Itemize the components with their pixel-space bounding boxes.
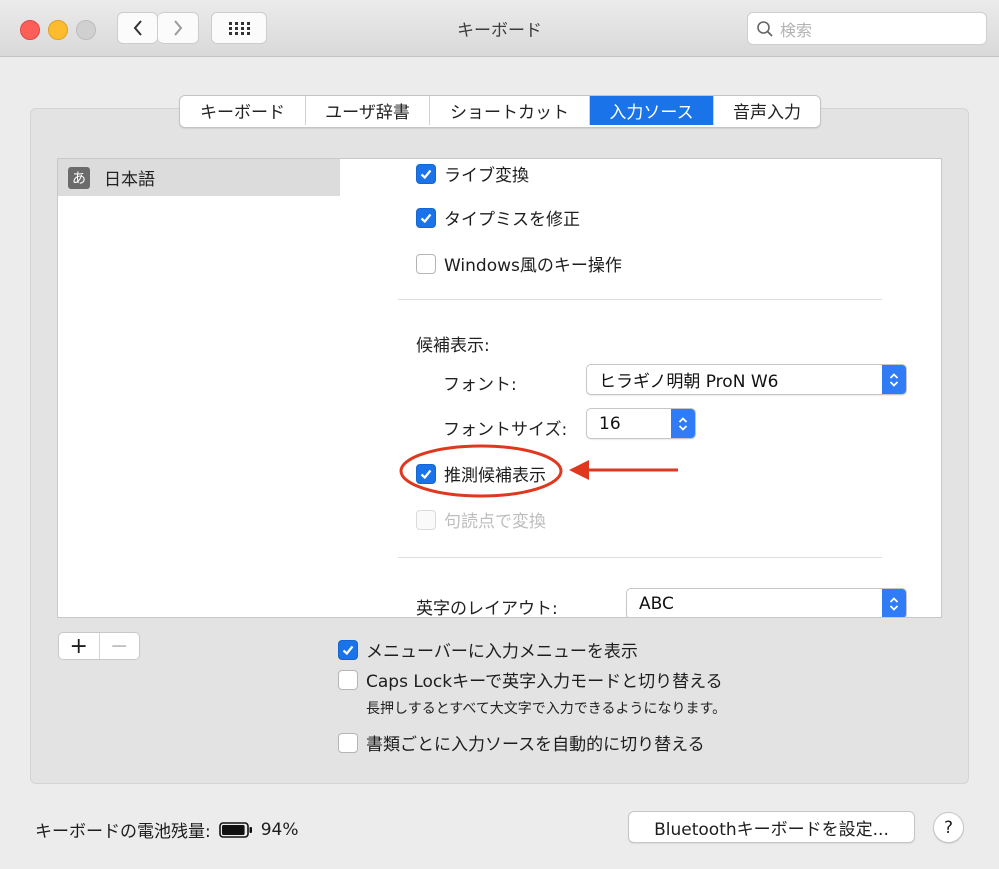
tab-input-sources[interactable]: 入力ソース bbox=[590, 96, 714, 125]
battery-label: キーボードの電池残量: bbox=[35, 822, 211, 842]
font-value: ヒラギノ明朝 ProN W6 bbox=[599, 372, 779, 392]
search-field[interactable]: 検索 bbox=[747, 12, 987, 45]
candidates-heading: 候補表示: bbox=[416, 336, 490, 356]
punctuation-label: 句読点で変換 bbox=[444, 512, 546, 532]
live-conversion-checkbox[interactable] bbox=[416, 163, 436, 184]
caps-lock-label: Caps Lockキーで英字入力モードと切り替える bbox=[366, 672, 723, 692]
layout-label: 英字のレイアウト: bbox=[416, 599, 558, 618]
title-bar: キーボード 検索 bbox=[0, 0, 999, 57]
caps-lock-option: Caps Lockキーで英字入力モードと切り替える bbox=[338, 667, 723, 692]
input-source-settings: ライブ変換 タイプミスを修正 Windows風のキー操作 候補表示: フォント:… bbox=[340, 158, 942, 618]
show-menu-option: メニューバーに入力メニューを表示 bbox=[338, 637, 638, 662]
battery-status: キーボードの電池残量: 94% bbox=[35, 817, 299, 843]
layout-value: ABC bbox=[639, 593, 674, 614]
list-item-label: 日本語 bbox=[104, 170, 155, 190]
setup-bluetooth-keyboard-button[interactable]: Bluetoothキーボードを設定... bbox=[628, 811, 915, 843]
font-popup[interactable]: ヒラギノ明朝 ProN W6 bbox=[586, 364, 907, 395]
show-menu-checkbox[interactable] bbox=[338, 639, 358, 660]
font-label: フォント: bbox=[443, 375, 517, 395]
popup-arrows-icon bbox=[882, 365, 906, 394]
checkmark-icon bbox=[420, 169, 432, 179]
tab-keyboard[interactable]: キーボード bbox=[180, 96, 306, 125]
list-add-remove-control: + − bbox=[58, 632, 140, 660]
font-size-label: フォントサイズ: bbox=[443, 420, 568, 440]
battery-icon bbox=[218, 821, 252, 838]
popup-arrows-icon bbox=[882, 589, 906, 617]
punctuation-option: 句読点で変換 bbox=[416, 507, 546, 532]
list-item[interactable]: あ 日本語 bbox=[58, 159, 340, 196]
fix-typos-checkbox[interactable] bbox=[416, 207, 436, 228]
search-icon bbox=[757, 20, 773, 37]
add-source-button[interactable]: + bbox=[59, 633, 99, 659]
show-menu-label: メニューバーに入力メニューを表示 bbox=[366, 642, 638, 662]
caps-lock-note: 長押しするとすべて大文字で入力できるようになります。 bbox=[366, 701, 727, 717]
font-size-value: 16 bbox=[599, 413, 621, 434]
auto-switch-label: 書類ごとに入力ソースを自動的に切り替える bbox=[366, 735, 705, 755]
japanese-ime-icon: あ bbox=[68, 166, 90, 189]
layout-popup[interactable]: ABC bbox=[626, 588, 907, 617]
fix-typos-label: タイプミスを修正 bbox=[444, 210, 580, 230]
popup-arrows-icon bbox=[671, 409, 695, 438]
tab-shortcuts[interactable]: ショートカット bbox=[430, 96, 590, 125]
live-conversion-label: ライブ変換 bbox=[444, 166, 529, 186]
highlight-ellipse bbox=[399, 444, 563, 498]
annotation-overlay bbox=[399, 444, 678, 498]
fix-typos-option: タイプミスを修正 bbox=[416, 205, 580, 230]
windows-keys-checkbox[interactable] bbox=[416, 253, 436, 274]
auto-switch-option: 書類ごとに入力ソースを自動的に切り替える bbox=[338, 730, 705, 755]
font-size-popup[interactable]: 16 bbox=[586, 408, 696, 439]
search-placeholder: 検索 bbox=[780, 20, 813, 40]
divider bbox=[398, 299, 882, 300]
remove-source-button[interactable]: − bbox=[98, 633, 140, 659]
punctuation-checkbox bbox=[416, 509, 436, 530]
tab-user-dictionary[interactable]: ユーザ辞書 bbox=[306, 96, 430, 125]
battery-percent: 94% bbox=[260, 819, 299, 840]
windows-keys-option: Windows風のキー操作 bbox=[416, 251, 622, 276]
windows-keys-label: Windows風のキー操作 bbox=[444, 256, 622, 276]
live-conversion-option: ライブ変換 bbox=[416, 161, 529, 186]
checkmark-icon bbox=[342, 645, 354, 655]
caps-lock-checkbox[interactable] bbox=[338, 669, 358, 690]
input-source-list: あ 日本語 bbox=[57, 158, 341, 618]
tab-dictation[interactable]: 音声入力 bbox=[714, 96, 820, 125]
auto-switch-checkbox[interactable] bbox=[338, 732, 358, 753]
checkmark-icon bbox=[420, 213, 432, 223]
tab-bar: キーボード ユーザ辞書 ショートカット 入力ソース 音声入力 bbox=[179, 95, 821, 128]
help-button[interactable]: ? bbox=[933, 812, 964, 843]
arrow-head-icon bbox=[569, 460, 589, 480]
divider bbox=[398, 557, 882, 558]
